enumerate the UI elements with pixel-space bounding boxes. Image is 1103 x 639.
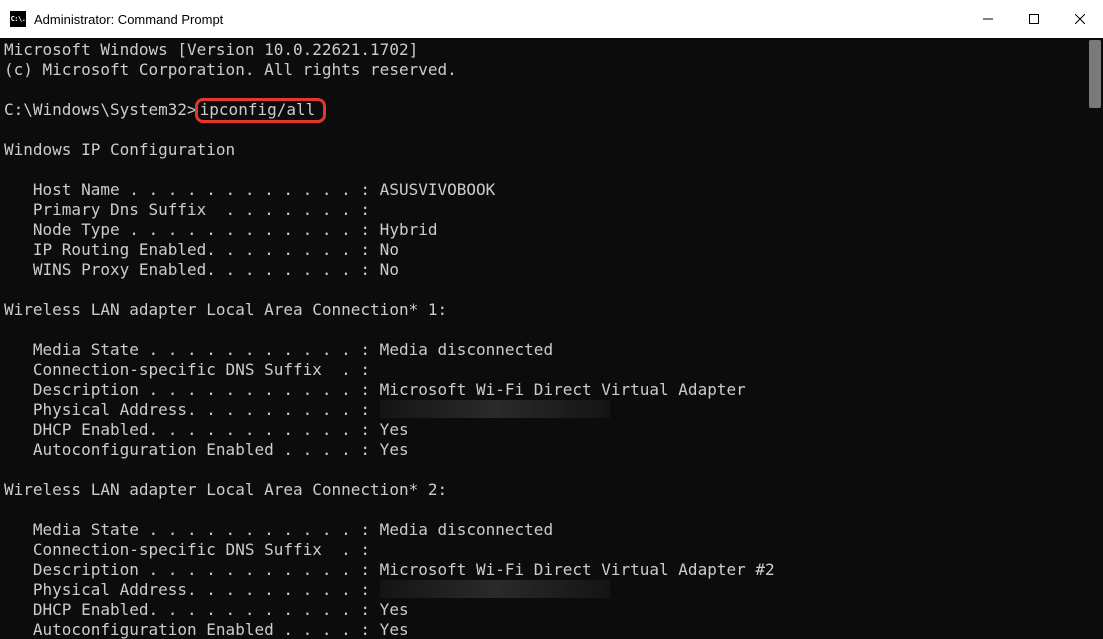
terminal-line bbox=[4, 320, 1103, 340]
terminal-line: Physical Address. . . . . . . . . : bbox=[4, 580, 1103, 600]
terminal-text: Microsoft Windows [Version 10.0.22621.17… bbox=[0, 38, 1103, 639]
titlebar[interactable]: C:\. Administrator: Command Prompt bbox=[0, 0, 1103, 39]
terminal-line bbox=[4, 160, 1103, 180]
terminal-line: Windows IP Configuration bbox=[4, 140, 1103, 160]
terminal-line: (c) Microsoft Corporation. All rights re… bbox=[4, 60, 1103, 80]
terminal-line bbox=[4, 280, 1103, 300]
terminal-line: Autoconfiguration Enabled . . . . : Yes bbox=[4, 440, 1103, 460]
terminal-line: IP Routing Enabled. . . . . . . . : No bbox=[4, 240, 1103, 260]
terminal-line: Physical Address. . . . . . . . . : bbox=[4, 400, 1103, 420]
terminal-area[interactable]: Microsoft Windows [Version 10.0.22621.17… bbox=[0, 38, 1103, 639]
terminal-line: DHCP Enabled. . . . . . . . . . . : Yes bbox=[4, 420, 1103, 440]
terminal-line: Description . . . . . . . . . . . : Micr… bbox=[4, 380, 1103, 400]
scrollbar-thumb[interactable] bbox=[1089, 40, 1101, 108]
terminal-line: Host Name . . . . . . . . . . . . : ASUS… bbox=[4, 180, 1103, 200]
terminal-line bbox=[4, 500, 1103, 520]
terminal-line: Description . . . . . . . . . . . : Micr… bbox=[4, 560, 1103, 580]
scrollbar[interactable] bbox=[1087, 38, 1103, 639]
terminal-line: WINS Proxy Enabled. . . . . . . . : No bbox=[4, 260, 1103, 280]
terminal-line: Wireless LAN adapter Local Area Connecti… bbox=[4, 300, 1103, 320]
terminal-line: Node Type . . . . . . . . . . . . : Hybr… bbox=[4, 220, 1103, 240]
terminal-line: Primary Dns Suffix . . . . . . . : bbox=[4, 200, 1103, 220]
window-title: Administrator: Command Prompt bbox=[34, 12, 223, 27]
redacted-value bbox=[380, 580, 610, 598]
terminal-line bbox=[4, 120, 1103, 140]
minimize-button[interactable] bbox=[965, 0, 1011, 38]
terminal-line: Connection-specific DNS Suffix . : bbox=[4, 360, 1103, 380]
terminal-line: Connection-specific DNS Suffix . : bbox=[4, 540, 1103, 560]
terminal-line: DHCP Enabled. . . . . . . . . . . : Yes bbox=[4, 600, 1103, 620]
terminal-line: Microsoft Windows [Version 10.0.22621.17… bbox=[4, 40, 1103, 60]
maximize-button[interactable] bbox=[1011, 0, 1057, 38]
redacted-value bbox=[380, 400, 610, 418]
command-highlight: ipconfig/all bbox=[195, 98, 327, 123]
cmd-icon: C:\. bbox=[10, 11, 26, 27]
terminal-line bbox=[4, 80, 1103, 100]
terminal-line: Wireless LAN adapter Local Area Connecti… bbox=[4, 480, 1103, 500]
terminal-line bbox=[4, 460, 1103, 480]
terminal-line: Media State . . . . . . . . . . . : Medi… bbox=[4, 340, 1103, 360]
prompt-line: C:\Windows\System32>ipconfig/all bbox=[4, 100, 1103, 120]
terminal-line: Autoconfiguration Enabled . . . . : Yes bbox=[4, 620, 1103, 639]
window-controls bbox=[965, 0, 1103, 38]
close-button[interactable] bbox=[1057, 0, 1103, 38]
terminal-line: Media State . . . . . . . . . . . : Medi… bbox=[4, 520, 1103, 540]
cmd-window: C:\. Administrator: Command Prompt Micro… bbox=[0, 0, 1103, 639]
